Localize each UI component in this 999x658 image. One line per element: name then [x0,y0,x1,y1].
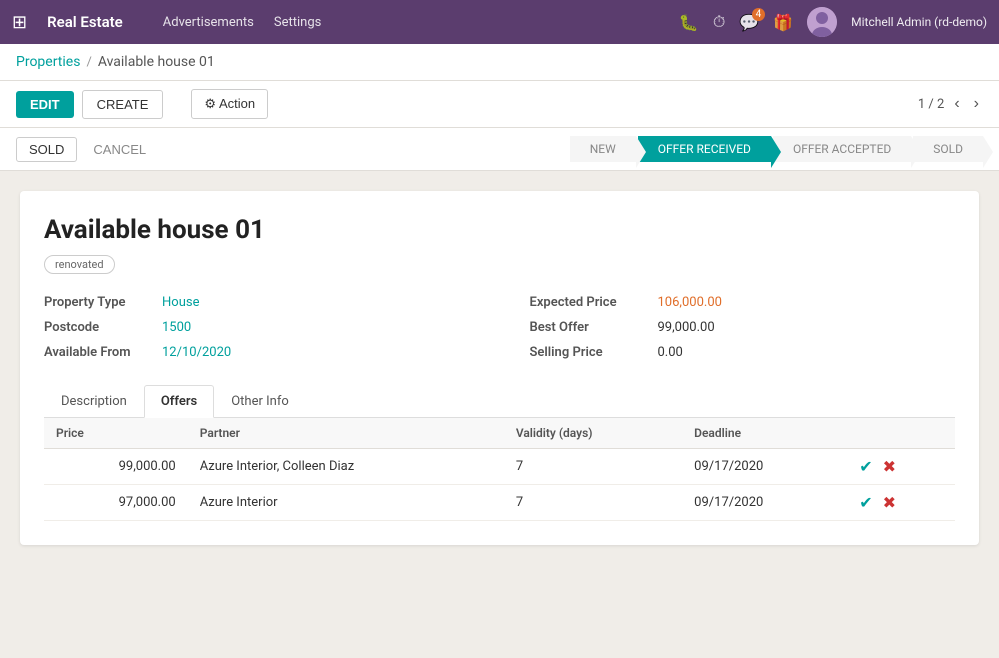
top-navbar: ⊞ Real Estate Advertisements Settings 🐛 … [0,0,999,44]
pagination: 1 / 2 ‹ › [918,93,983,115]
breadcrumb: Properties / Available house 01 [0,44,999,81]
field-selling-price: Selling Price 0.00 [530,340,956,365]
col-partner: Partner [188,418,504,449]
field-available-from: Available From 12/10/2020 [44,340,500,365]
offer-price: 97,000.00 [44,485,188,521]
postcode-label: Postcode [44,320,154,335]
property-type-label: Property Type [44,295,154,310]
reject-offer-icon[interactable]: ✖ [883,457,896,476]
action-bar: EDIT CREATE ⚙ Action 1 / 2 ‹ › [0,81,999,128]
offers-table: Price Partner Validity (days) Deadline 9… [44,418,955,521]
nav-links: Advertisements Settings [163,15,659,30]
prev-button[interactable]: ‹ [950,93,963,115]
field-property-type: Property Type House [44,290,500,315]
col-actions [847,418,955,449]
available-from-value[interactable]: 12/10/2020 [162,345,231,360]
field-postcode: Postcode 1500 [44,315,500,340]
status-bar: SOLD CANCEL NEW OFFER RECEIVED OFFER ACC… [0,128,999,171]
chat-icon[interactable]: 💬 4 [739,13,759,32]
pipeline-step-sold[interactable]: SOLD [913,136,983,162]
table-row: 97,000.00 Azure Interior 7 09/17/2020 ✔ … [44,485,955,521]
col-deadline: Deadline [682,418,847,449]
next-button[interactable]: › [970,93,983,115]
property-card: Available house 01 renovated Property Ty… [20,191,979,545]
sold-button[interactable]: SOLD [16,137,77,162]
accept-offer-icon[interactable]: ✔ [859,457,872,476]
breadcrumb-current: Available house 01 [98,54,215,70]
best-offer-label: Best Offer [530,320,650,335]
edit-button[interactable]: EDIT [16,91,74,118]
status-pipeline: NEW OFFER RECEIVED OFFER ACCEPTED SOLD [570,136,983,162]
notification-badge: 4 [752,8,766,21]
property-title: Available house 01 [44,215,955,245]
table-row: 99,000.00 Azure Interior, Colleen Diaz 7… [44,449,955,485]
offer-validity: 7 [504,449,682,485]
cancel-button[interactable]: CANCEL [89,138,150,161]
offer-deadline: 09/17/2020 [682,485,847,521]
breadcrumb-separator: / [86,55,91,70]
offer-validity: 7 [504,485,682,521]
expected-price-value[interactable]: 106,000.00 [658,295,722,310]
selling-price-label: Selling Price [530,345,650,360]
tab-other-info[interactable]: Other Info [214,385,306,418]
main-content: Available house 01 renovated Property Ty… [0,171,999,565]
offer-partner: Azure Interior [188,485,504,521]
col-validity: Validity (days) [504,418,682,449]
property-badge: renovated [44,255,115,274]
tab-offers[interactable]: Offers [144,385,214,418]
breadcrumb-parent[interactable]: Properties [16,54,80,70]
property-type-value[interactable]: House [162,295,199,310]
apps-grid-icon[interactable]: ⊞ [12,12,27,33]
tabs: Description Offers Other Info [44,385,955,418]
offer-deadline: 09/17/2020 [682,449,847,485]
right-fields: Expected Price 106,000.00 Best Offer 99,… [500,290,956,365]
left-fields: Property Type House Postcode 1500 Availa… [44,290,500,365]
gift-icon[interactable]: 🎁 [773,13,793,32]
property-fields: Property Type House Postcode 1500 Availa… [44,290,955,365]
pipeline-step-new[interactable]: NEW [570,136,636,162]
clock-icon[interactable]: ⏱ [713,12,725,32]
accept-offer-icon[interactable]: ✔ [859,493,872,512]
field-expected-price: Expected Price 106,000.00 [530,290,956,315]
expected-price-label: Expected Price [530,295,650,310]
app-title: Real Estate [47,13,123,31]
offer-actions: ✔ ✖ [847,485,955,521]
field-best-offer: Best Offer 99,000.00 [530,315,956,340]
user-label[interactable]: Mitchell Admin (rd-demo) [851,15,987,29]
offer-price: 99,000.00 [44,449,188,485]
nav-settings[interactable]: Settings [274,15,321,30]
available-from-label: Available From [44,345,154,360]
topnav-icons: 🐛 ⏱ 💬 4 🎁 Mitchell Admin (rd-demo) [679,7,987,37]
best-offer-value[interactable]: 99,000.00 [658,320,715,335]
pipeline-step-offer-received[interactable]: OFFER RECEIVED [638,136,771,162]
offer-partner: Azure Interior, Colleen Diaz [188,449,504,485]
pagination-text: 1 / 2 [918,97,944,112]
col-price: Price [44,418,188,449]
pipeline-step-offer-accepted[interactable]: OFFER ACCEPTED [773,136,911,162]
action-button[interactable]: ⚙ Action [191,89,268,119]
tab-description[interactable]: Description [44,385,144,418]
reject-offer-icon[interactable]: ✖ [883,493,896,512]
create-button[interactable]: CREATE [82,90,164,119]
offer-actions: ✔ ✖ [847,449,955,485]
postcode-value[interactable]: 1500 [162,320,191,335]
selling-price-value[interactable]: 0.00 [658,345,683,360]
bug-icon[interactable]: 🐛 [679,13,699,32]
nav-advertisements[interactable]: Advertisements [163,15,254,30]
avatar[interactable] [807,7,837,37]
